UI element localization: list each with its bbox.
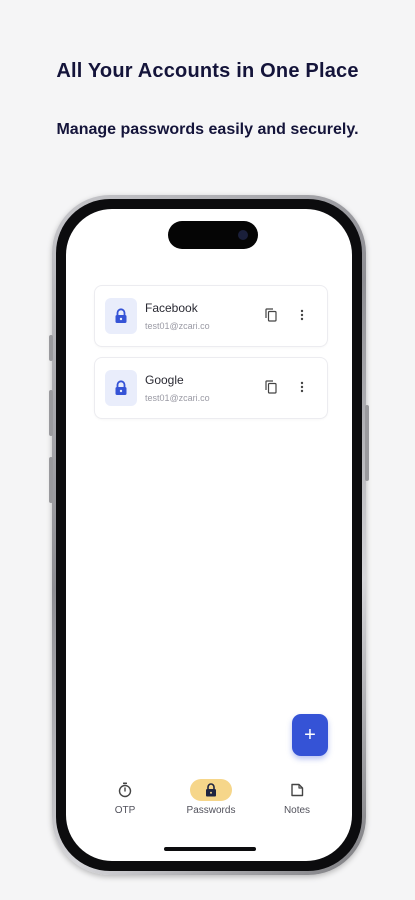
nav-label: Passwords	[186, 805, 236, 816]
lock-icon	[190, 779, 232, 801]
account-name: Google	[145, 373, 184, 387]
account-name: Facebook	[145, 301, 198, 315]
lock-icon	[105, 298, 137, 334]
phone-power-button	[365, 405, 369, 481]
lock-icon	[105, 370, 137, 406]
account-card-google[interactable]: Google test01@zcari.co	[94, 357, 328, 419]
account-email: test01@zcari.co	[145, 321, 210, 331]
add-account-button[interactable]: +	[292, 714, 328, 756]
copy-icon[interactable]	[263, 306, 279, 324]
more-options-icon[interactable]	[295, 378, 309, 396]
phone-screen: Facebook test01@zcari.co Google test01@z…	[66, 209, 352, 861]
copy-icon[interactable]	[263, 378, 279, 396]
plus-icon: +	[304, 723, 316, 746]
nav-label: OTP	[114, 805, 136, 816]
dynamic-island	[168, 221, 258, 249]
phone-volume-down-button	[49, 457, 53, 503]
phone-bezel: Facebook test01@zcari.co Google test01@z…	[56, 199, 362, 871]
nav-item-otp[interactable]: OTP	[90, 779, 160, 816]
account-email: test01@zcari.co	[145, 393, 210, 403]
phone-mockup: Facebook test01@zcari.co Google test01@z…	[49, 195, 369, 875]
phone-action-button	[49, 335, 53, 361]
nav-label: Notes	[283, 805, 311, 816]
home-indicator	[164, 847, 256, 851]
promo-headline: All Your Accounts in One Place	[56, 60, 359, 82]
nav-item-notes[interactable]: Notes	[262, 779, 332, 816]
account-card-facebook[interactable]: Facebook test01@zcari.co	[94, 285, 328, 347]
nav-item-passwords[interactable]: Passwords	[176, 779, 246, 816]
more-options-icon[interactable]	[295, 306, 309, 324]
timer-icon	[104, 779, 146, 801]
promo-subline: Manage passwords easily and securely.	[56, 121, 359, 138]
note-icon	[276, 779, 318, 801]
phone-volume-up-button	[49, 390, 53, 436]
camera-lens	[238, 230, 248, 240]
